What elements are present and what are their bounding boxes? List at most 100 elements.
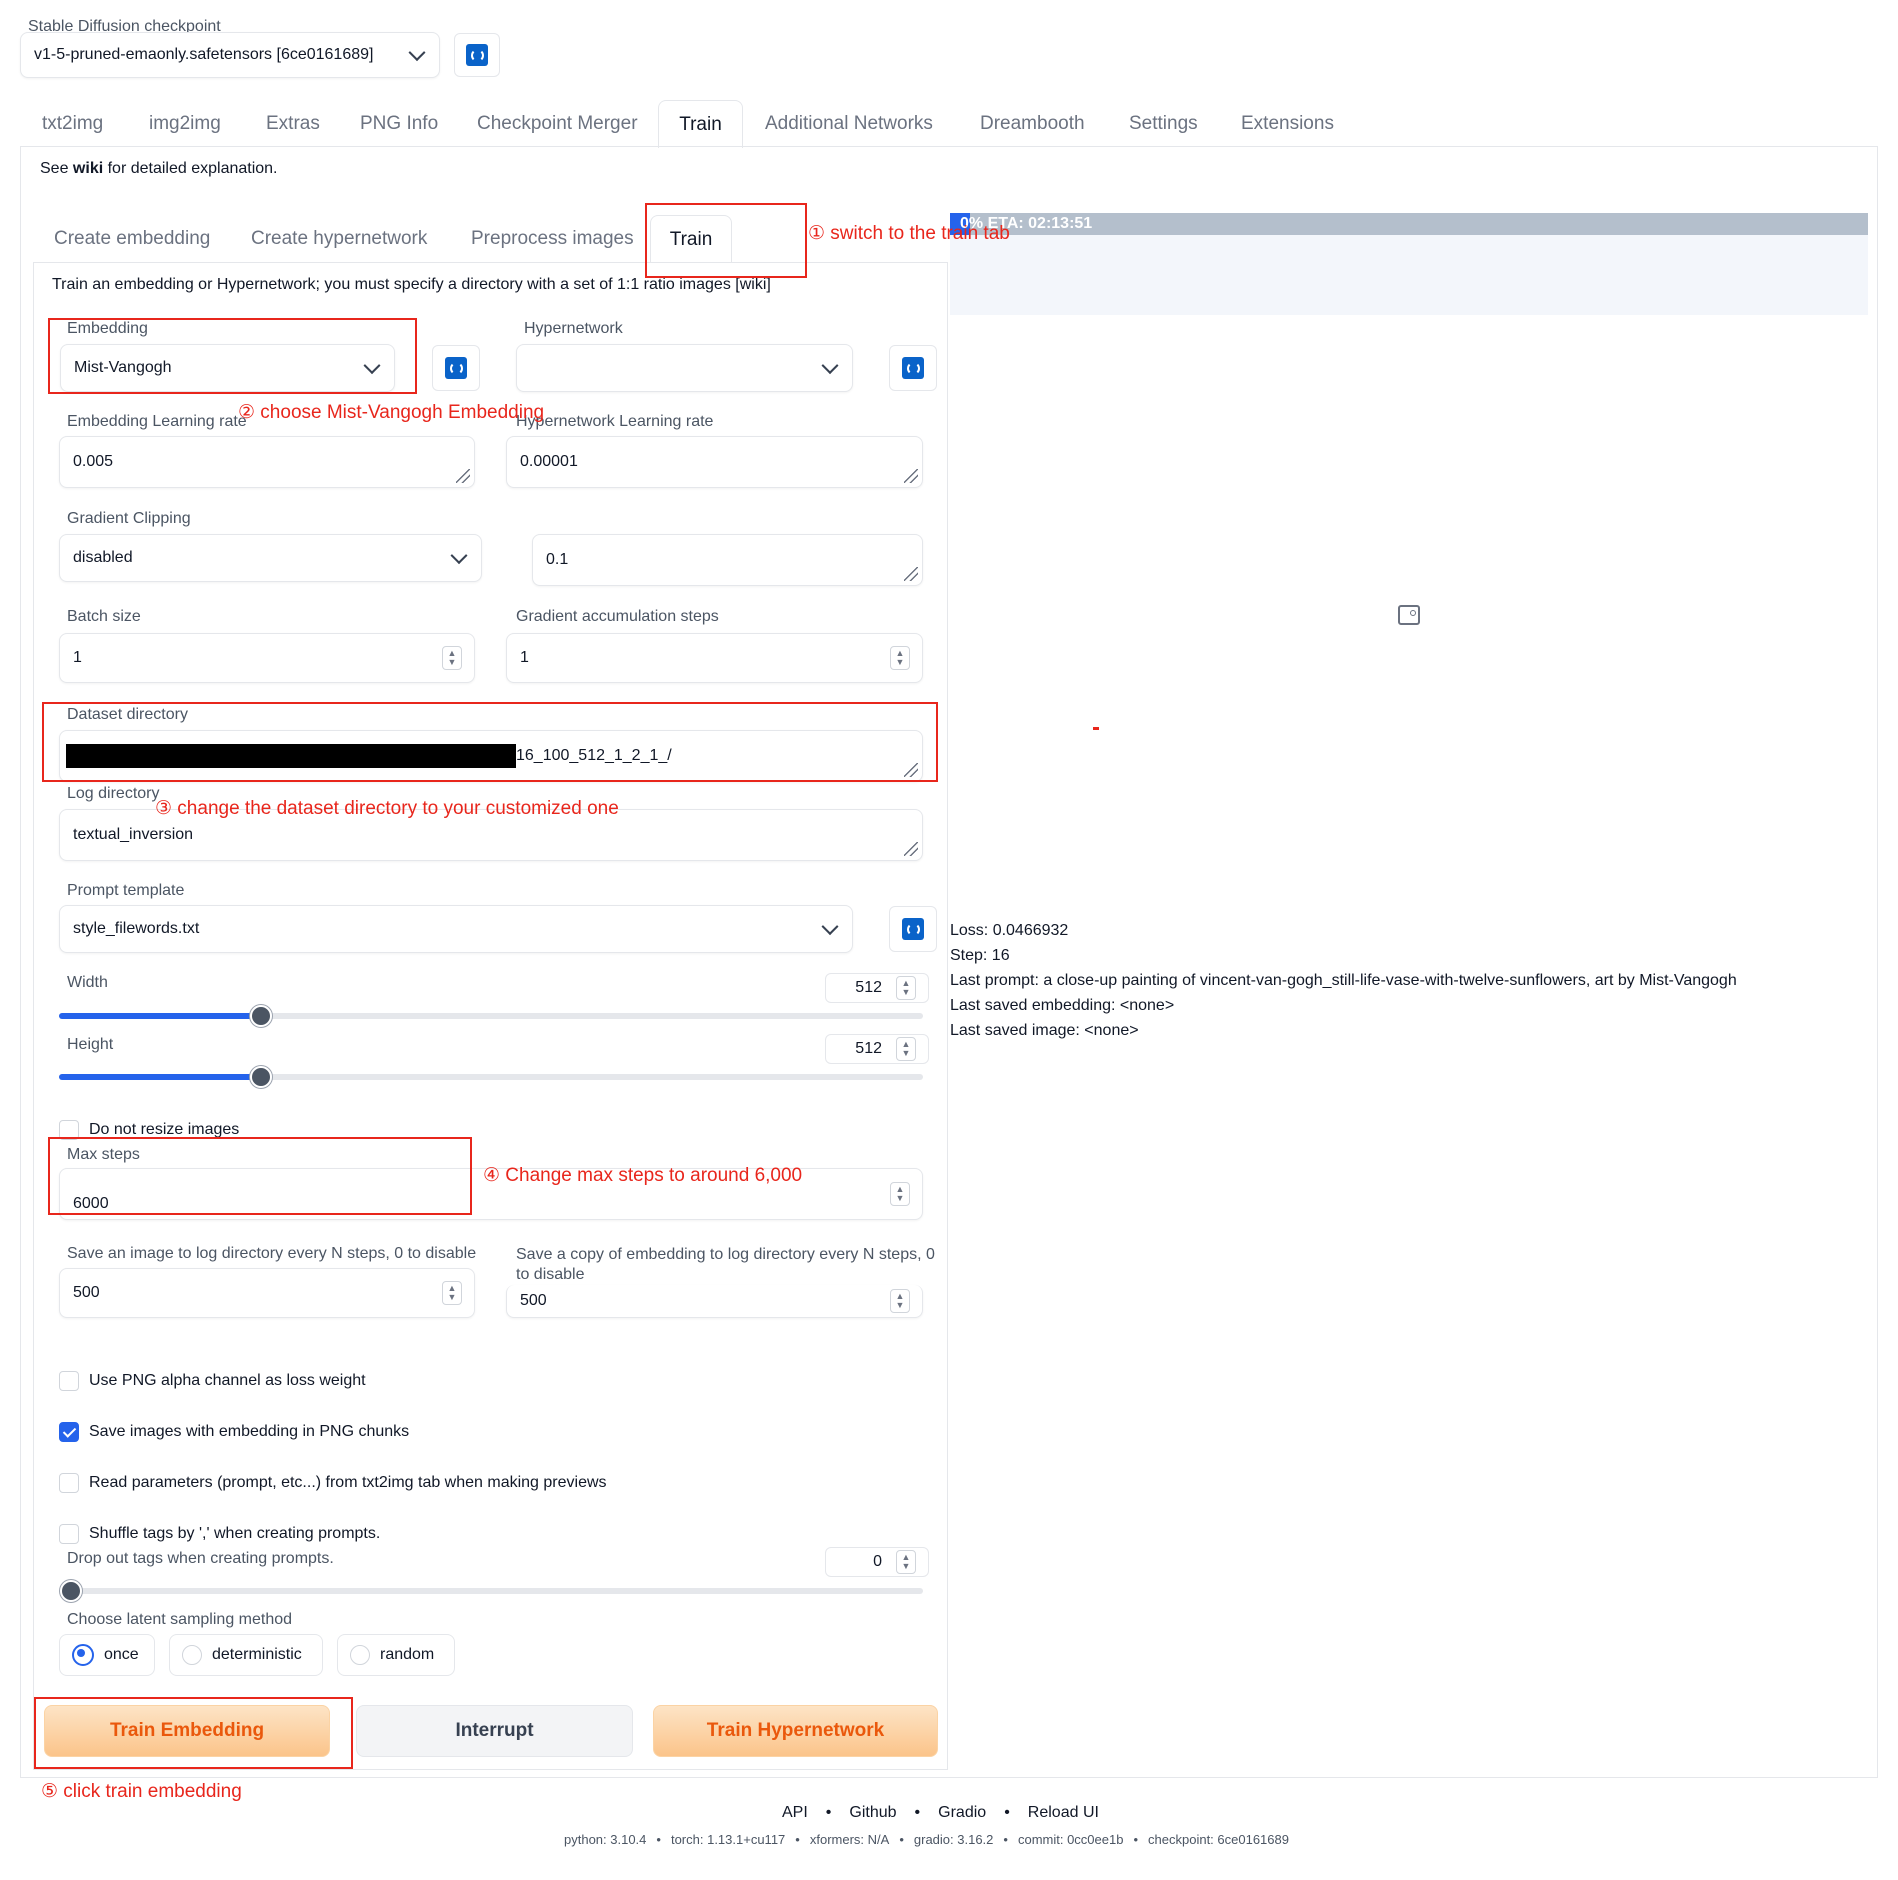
resize-handle-icon[interactable] (456, 469, 470, 483)
spinner-icon[interactable]: ▲ ▼ (890, 1289, 910, 1313)
annotation-box-train-tab (645, 203, 807, 278)
tab-settings[interactable]: Settings (1129, 113, 1198, 135)
tab-img2img[interactable]: img2img (149, 113, 221, 135)
wiki-note: See wiki for detailed explanation. (40, 160, 278, 177)
dropout-number-input[interactable]: 0 ▲ ▼ (825, 1547, 929, 1577)
tab-dreambooth[interactable]: Dreambooth (980, 113, 1085, 135)
width-slider-track[interactable] (59, 1013, 923, 1019)
embedding-lr-input[interactable]: 0.005 (59, 436, 475, 488)
read-params-label: Read parameters (prompt, etc...) from tx… (89, 1474, 607, 1491)
annotation-box-dataset (42, 702, 938, 782)
gradient-accumulation-input[interactable]: 1 ▲ ▼ (506, 633, 923, 683)
width-number-input[interactable]: 512 ▲ ▼ (825, 973, 929, 1003)
height-number-input[interactable]: 512 ▲ ▼ (825, 1034, 929, 1064)
loss-text: Loss: 0.0466932 (950, 922, 1069, 939)
tab-png-info[interactable]: PNG Info (360, 113, 438, 135)
tab-txt2img[interactable]: txt2img (42, 113, 103, 135)
spinner-icon[interactable]: ▲ ▼ (890, 1182, 910, 1206)
train-hypernetwork-button[interactable]: Train Hypernetwork (653, 1705, 938, 1757)
interrupt-button[interactable]: Interrupt (356, 1705, 633, 1757)
footer-link-reload-ui[interactable]: Reload UI (1028, 1804, 1099, 1822)
latent-option-once[interactable]: once (59, 1634, 155, 1676)
log-directory-label: Log directory (67, 785, 160, 802)
resize-handle-icon[interactable] (904, 842, 918, 856)
radio-selected-icon (72, 1644, 94, 1666)
refresh-icon (902, 918, 924, 940)
dropout-slider-track[interactable] (59, 1588, 923, 1594)
height-slider-track[interactable] (59, 1074, 923, 1080)
gradient-clipping-label: Gradient Clipping (67, 510, 191, 527)
prompt-template-refresh-button[interactable] (889, 906, 937, 952)
gradient-clipping-value-input[interactable]: 0.1 (532, 534, 923, 586)
png-alpha-label: Use PNG alpha channel as loss weight (89, 1372, 366, 1389)
refresh-icon (466, 44, 488, 66)
subtab-create-embedding[interactable]: Create embedding (54, 228, 210, 250)
height-label: Height (67, 1036, 114, 1053)
png-alpha-checkbox[interactable] (59, 1371, 79, 1391)
annotation-box-max-steps (48, 1137, 472, 1215)
dropout-label: Drop out tags when creating prompts. (67, 1550, 334, 1567)
shuffle-tags-label: Shuffle tags by ',' when creating prompt… (89, 1525, 381, 1542)
tab-checkpoint-merger[interactable]: Checkpoint Merger (477, 113, 638, 135)
save-embedding-every-label: Save a copy of embedding to log director… (516, 1246, 935, 1283)
embedding-refresh-button[interactable] (432, 345, 480, 391)
step-text: Step: 16 (950, 947, 1010, 964)
footer-link-github[interactable]: Github (849, 1804, 896, 1822)
spinner-icon[interactable]: ▲ ▼ (442, 646, 462, 670)
save-embedding-every-input[interactable]: 500 ▲ ▼ (506, 1285, 923, 1318)
last-prompt-text: Last prompt: a close-up painting of vinc… (950, 972, 1737, 989)
checkpoint-value: v1-5-pruned-emaonly.safetensors [6ce0161… (34, 46, 374, 63)
width-slider-fill (59, 1013, 258, 1019)
footer-link-api[interactable]: API (782, 1804, 808, 1822)
checkpoint-refresh-button[interactable] (454, 33, 500, 77)
latent-option-deterministic[interactable]: deterministic (169, 1634, 323, 1676)
dropout-slider-knob[interactable] (60, 1580, 82, 1602)
batch-size-input[interactable]: 1 ▲ ▼ (59, 633, 475, 683)
radio-icon (350, 1645, 370, 1665)
shuffle-tags-checkbox[interactable] (59, 1524, 79, 1544)
resize-handle-icon[interactable] (904, 469, 918, 483)
annotation-box-embedding (48, 318, 417, 394)
chevron-down-icon (821, 918, 839, 936)
spinner-icon[interactable]: ▲ ▼ (896, 1550, 916, 1574)
height-slider-fill (59, 1074, 258, 1080)
red-dot-mark (1093, 727, 1099, 730)
gradient-accumulation-label: Gradient accumulation steps (516, 608, 719, 625)
latent-sampling-label: Choose latent sampling method (67, 1611, 293, 1628)
prompt-template-select[interactable]: style_filewords.txt (59, 905, 853, 953)
checkpoint-select[interactable]: v1-5-pruned-emaonly.safetensors [6ce0161… (20, 32, 440, 78)
height-slider-knob[interactable] (250, 1066, 272, 1088)
gradient-clipping-select[interactable]: disabled (59, 534, 482, 582)
footer-link-gradio[interactable]: Gradio (938, 1804, 986, 1822)
spinner-icon[interactable]: ▲ ▼ (896, 1037, 916, 1061)
refresh-icon (902, 357, 924, 379)
subtab-create-hypernetwork[interactable]: Create hypernetwork (251, 228, 427, 250)
annotation-step-3: ③ change the dataset directory to your c… (155, 798, 619, 819)
spinner-icon[interactable]: ▲ ▼ (890, 646, 910, 670)
hypernetwork-lr-input[interactable]: 0.00001 (506, 436, 923, 488)
annotation-step-2: ② choose Mist-Vangogh Embedding (238, 402, 545, 423)
annotation-step-4: ④ Change max steps to around 6,000 (483, 1165, 803, 1186)
hypernetwork-refresh-button[interactable] (889, 345, 937, 391)
footer-links: API • Github • Gradio • Reload UI (782, 1804, 1099, 1822)
resize-handle-icon[interactable] (904, 567, 918, 581)
chevron-down-icon (821, 357, 839, 375)
spinner-icon[interactable]: ▲ ▼ (442, 1281, 462, 1305)
tab-train[interactable]: Train (658, 100, 743, 148)
chevron-down-icon (450, 547, 468, 565)
subtab-preprocess-images[interactable]: Preprocess images (471, 228, 634, 250)
width-slider-knob[interactable] (250, 1005, 272, 1027)
latent-option-random[interactable]: random (337, 1634, 455, 1676)
training-output: Loss: 0.0466932 Step: 16 Last prompt: a … (950, 918, 1737, 1043)
last-image-text: Last saved image: <none> (950, 1022, 1139, 1039)
hypernetwork-select[interactable] (516, 344, 853, 392)
wiki-link[interactable]: wiki (73, 160, 103, 177)
tab-extras[interactable]: Extras (266, 113, 320, 135)
save-png-chunks-checkbox[interactable] (59, 1422, 79, 1442)
annotation-box-train-button (34, 1697, 353, 1769)
tab-additional-networks[interactable]: Additional Networks (765, 113, 933, 135)
tab-extensions[interactable]: Extensions (1241, 113, 1334, 135)
spinner-icon[interactable]: ▲ ▼ (896, 976, 916, 1000)
read-params-checkbox[interactable] (59, 1473, 79, 1493)
save-image-every-input[interactable]: 500 ▲ ▼ (59, 1268, 475, 1318)
